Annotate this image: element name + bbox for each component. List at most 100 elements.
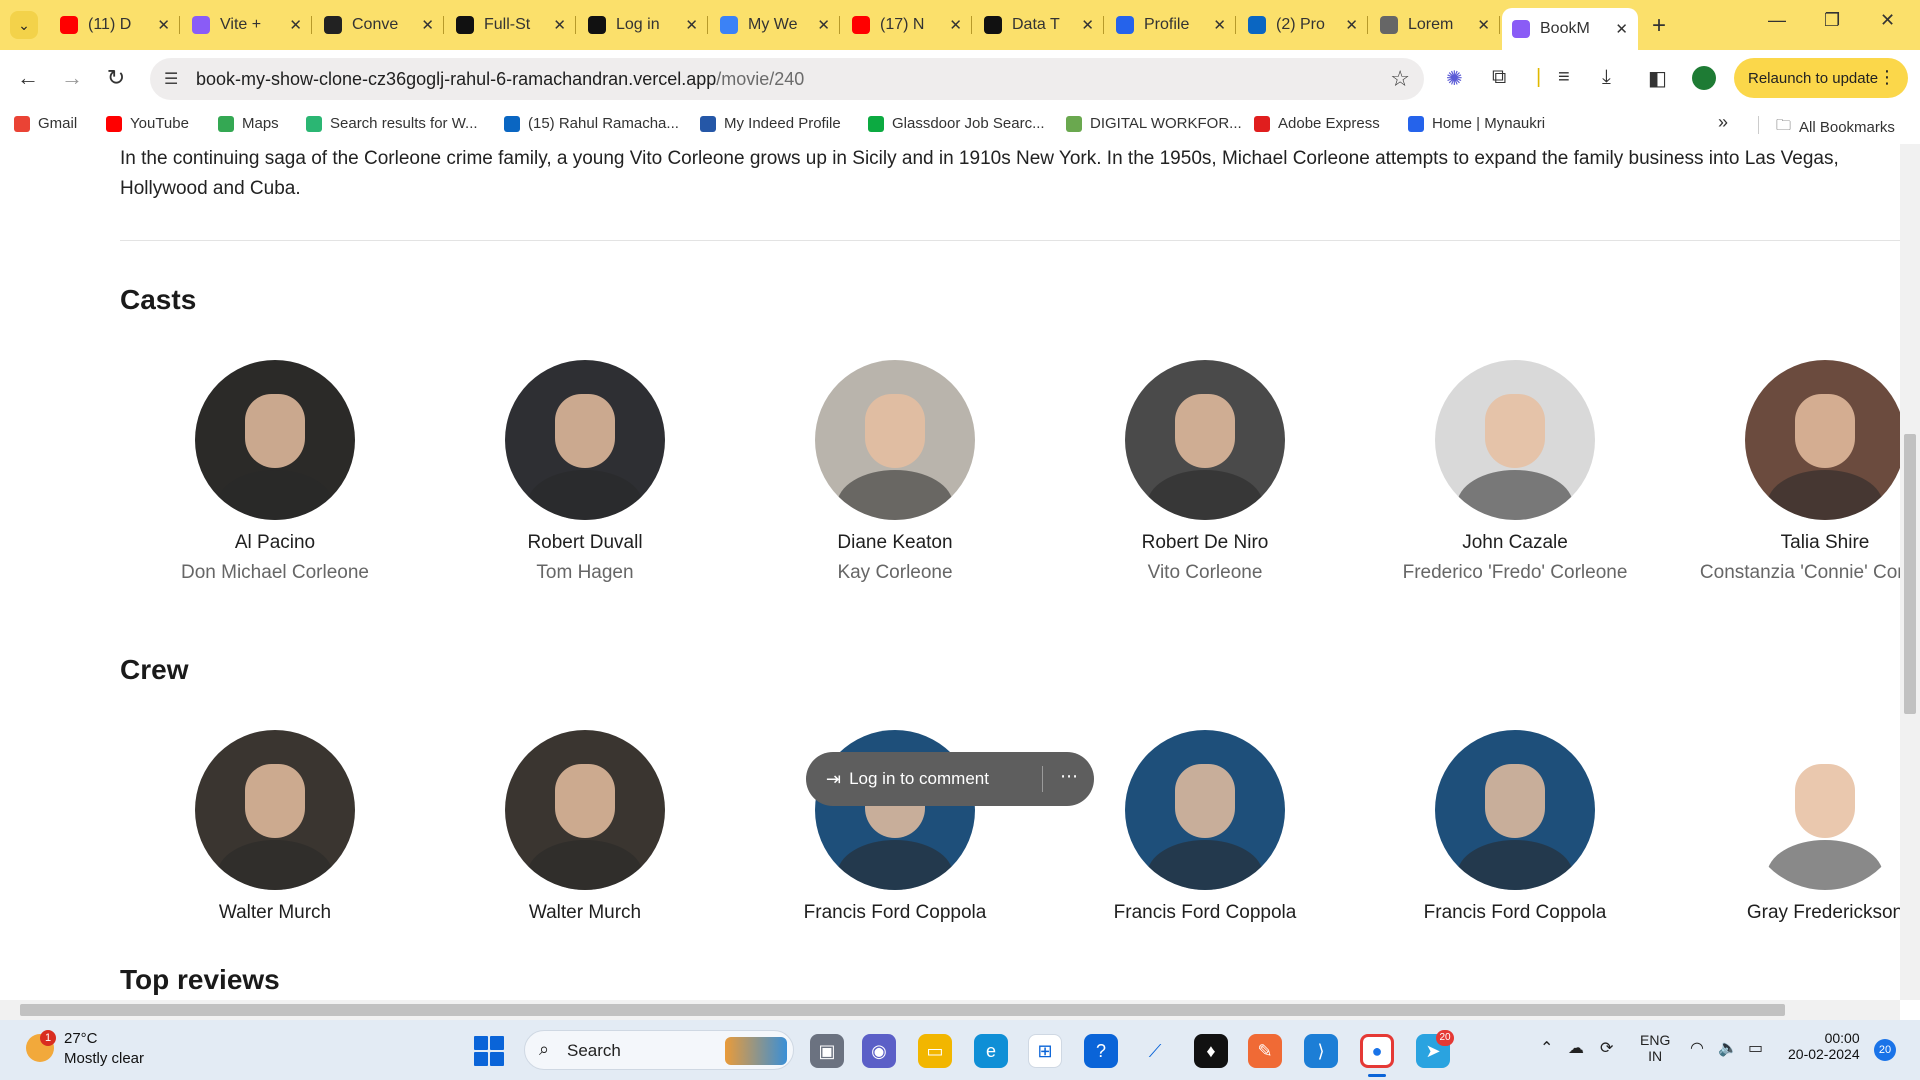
close-tab-icon[interactable]: ✕ — [1345, 16, 1358, 34]
extensions-puzzle-icon[interactable]: ⧉ — [1492, 66, 1506, 89]
browser-tab[interactable]: (2) Pro ✕ — [1238, 8, 1368, 42]
cast-card[interactable]: Al Pacino Don Michael Corleone — [120, 360, 430, 584]
profile-avatar[interactable] — [1692, 66, 1716, 90]
browser-tab[interactable]: Data T ✕ — [974, 8, 1104, 42]
weather-description[interactable]: Mostly clear — [64, 1050, 144, 1067]
chrome-icon[interactable]: ● — [1360, 1034, 1394, 1068]
close-tab-icon[interactable]: ✕ — [553, 16, 566, 34]
close-tab-icon[interactable]: ✕ — [817, 16, 830, 34]
close-window-icon[interactable]: ✕ — [1880, 10, 1895, 31]
vertical-scroll-thumb[interactable] — [1904, 434, 1916, 714]
close-tab-icon[interactable]: ✕ — [1213, 16, 1226, 34]
azure-icon[interactable]: ⟋ — [1138, 1034, 1172, 1068]
edge-icon[interactable]: e — [974, 1034, 1008, 1068]
forward-button[interactable]: → — [56, 62, 88, 94]
toast-more-button[interactable]: ⋯ — [1060, 766, 1078, 787]
close-tab-icon[interactable]: ✕ — [1615, 20, 1628, 38]
bookmark-item[interactable]: YouTube — [106, 115, 189, 132]
postman-icon[interactable]: ✎ — [1248, 1034, 1282, 1068]
login-to-comment-toast[interactable]: ⇥ Log in to comment ⋯ — [806, 752, 1094, 806]
battery-icon[interactable]: ▭ — [1748, 1038, 1763, 1058]
tab-separator — [971, 16, 972, 34]
tab-search-button[interactable]: ⌄ — [10, 11, 38, 39]
close-tab-icon[interactable]: ✕ — [1477, 16, 1490, 34]
address-bar[interactable]: ☰ book-my-show-clone-cz36goglj-rahul-6-r… — [150, 58, 1424, 100]
vertical-scrollbar[interactable] — [1900, 144, 1920, 1000]
clock-date: 20-02-2024 — [1788, 1046, 1860, 1062]
horizontal-scroll-thumb[interactable] — [20, 1004, 1785, 1016]
close-tab-icon[interactable]: ✕ — [157, 16, 170, 34]
volume-icon[interactable]: 🔈 — [1718, 1038, 1738, 1058]
restore-icon[interactable]: ❐ — [1824, 10, 1840, 31]
browser-tab[interactable]: Conve ✕ — [314, 8, 444, 42]
bookmark-star-icon[interactable]: ☆ — [1390, 66, 1410, 92]
bookmark-item[interactable]: Glassdoor Job Searc... — [868, 115, 1045, 132]
cast-card[interactable]: John Cazale Frederico 'Fredo' Corleone — [1360, 360, 1670, 584]
crew-card[interactable]: Francis Ford Coppola — [1360, 730, 1670, 924]
task-view-icon[interactable]: ▣ — [810, 1034, 844, 1068]
back-button[interactable]: ← — [12, 62, 44, 94]
close-tab-icon[interactable]: ✕ — [421, 16, 434, 34]
browser-tab[interactable]: Lorem ✕ — [1370, 8, 1500, 42]
crew-card[interactable]: Francis Ford Coppola — [1050, 730, 1360, 924]
wifi-icon[interactable]: ◠ — [1690, 1038, 1704, 1058]
relaunch-button[interactable]: Relaunch to update ⋮ — [1734, 58, 1908, 98]
bookmark-item[interactable]: Search results for W... — [306, 115, 478, 132]
browser-tab[interactable]: Profile ✕ — [1106, 8, 1236, 42]
weather-temperature[interactable]: 27°C — [64, 1030, 98, 1047]
k-icon — [1116, 16, 1134, 34]
close-tab-icon[interactable]: ✕ — [289, 16, 302, 34]
side-panel-icon[interactable]: ◧ — [1648, 66, 1667, 91]
crew-card[interactable]: Walter Murch — [430, 730, 740, 924]
browser-tab[interactable]: My We ✕ — [710, 8, 840, 42]
site-info-icon[interactable]: ☰ — [164, 69, 178, 89]
onedrive-cloud-icon[interactable]: ☁ — [1568, 1038, 1584, 1058]
download-icon[interactable]: ⤓ — [1602, 66, 1611, 89]
cast-card[interactable]: Talia Shire Constanzia 'Connie' Corleone — [1670, 360, 1900, 584]
teams-icon[interactable]: ◉ — [862, 1034, 896, 1068]
bookmark-item[interactable]: Gmail — [14, 115, 77, 132]
browser-tab[interactable]: Full-St ✕ — [446, 8, 576, 42]
close-tab-icon[interactable]: ✕ — [685, 16, 698, 34]
bookmark-item[interactable]: (15) Rahul Ramacha... — [504, 115, 679, 132]
browser-tab[interactable]: (17) N ✕ — [842, 8, 972, 42]
menu-dots-icon[interactable]: ⋮ — [1878, 67, 1896, 88]
all-bookmarks-button[interactable]: 🗀 All Bookmarks — [1776, 115, 1895, 140]
extension-star-icon[interactable]: ✺ — [1446, 66, 1463, 91]
cast-card[interactable]: Robert Duvall Tom Hagen — [430, 360, 740, 584]
vscode-icon[interactable]: ⟩ — [1304, 1034, 1338, 1068]
cast-card[interactable]: Diane Keaton Kay Corleone — [740, 360, 1050, 584]
sync-icon[interactable]: ⟳ — [1600, 1038, 1613, 1058]
system-clock[interactable]: 00:00 20-02-2024 — [1788, 1030, 1860, 1062]
browser-tab[interactable]: Vite + ✕ — [182, 8, 312, 42]
new-tab-button[interactable]: + — [1652, 12, 1666, 40]
minimize-icon[interactable]: — — [1768, 10, 1786, 31]
media-control-icon[interactable]: ≡ — [1558, 66, 1570, 89]
browser-tab[interactable]: BookM ✕ — [1502, 8, 1638, 50]
close-tab-icon[interactable]: ✕ — [1081, 16, 1094, 34]
bookmark-item[interactable]: My Indeed Profile — [700, 115, 841, 132]
mongodb-icon[interactable]: ♦ — [1194, 1034, 1228, 1068]
more-bookmarks-chevron-icon[interactable]: » — [1718, 112, 1728, 133]
bookmark-item[interactable]: DIGITAL WORKFOR... — [1066, 115, 1242, 132]
file-explorer-icon[interactable]: ▭ — [918, 1034, 952, 1068]
crew-card[interactable]: Walter Murch — [120, 730, 430, 924]
close-tab-icon[interactable]: ✕ — [949, 16, 962, 34]
browser-tab[interactable]: Log in ✕ — [578, 8, 708, 42]
notification-count-badge[interactable]: 20 — [1874, 1039, 1896, 1061]
show-hidden-icons-chevron-icon[interactable]: ⌃ — [1540, 1038, 1553, 1058]
start-button[interactable] — [474, 1036, 504, 1066]
tab-separator — [707, 16, 708, 34]
bookmark-item[interactable]: Maps — [218, 115, 279, 132]
crew-card[interactable]: Gray Frederickson — [1670, 730, 1900, 924]
horizontal-scrollbar[interactable] — [0, 1000, 1900, 1020]
reload-button[interactable]: ↻ — [100, 62, 132, 94]
browser-tab[interactable]: (11) D ✕ — [50, 8, 180, 42]
help-icon[interactable]: ? — [1084, 1034, 1118, 1068]
cast-card[interactable]: Robert De Niro Vito Corleone — [1050, 360, 1360, 584]
taskbar-search[interactable]: ⌕ Search — [524, 1030, 794, 1070]
bookmark-item[interactable]: Adobe Express — [1254, 115, 1380, 132]
store-icon[interactable]: ⊞ — [1028, 1034, 1062, 1068]
bookmark-item[interactable]: Home | Mynaukri — [1408, 115, 1545, 132]
language-indicator[interactable]: ENG IN — [1640, 1032, 1670, 1064]
